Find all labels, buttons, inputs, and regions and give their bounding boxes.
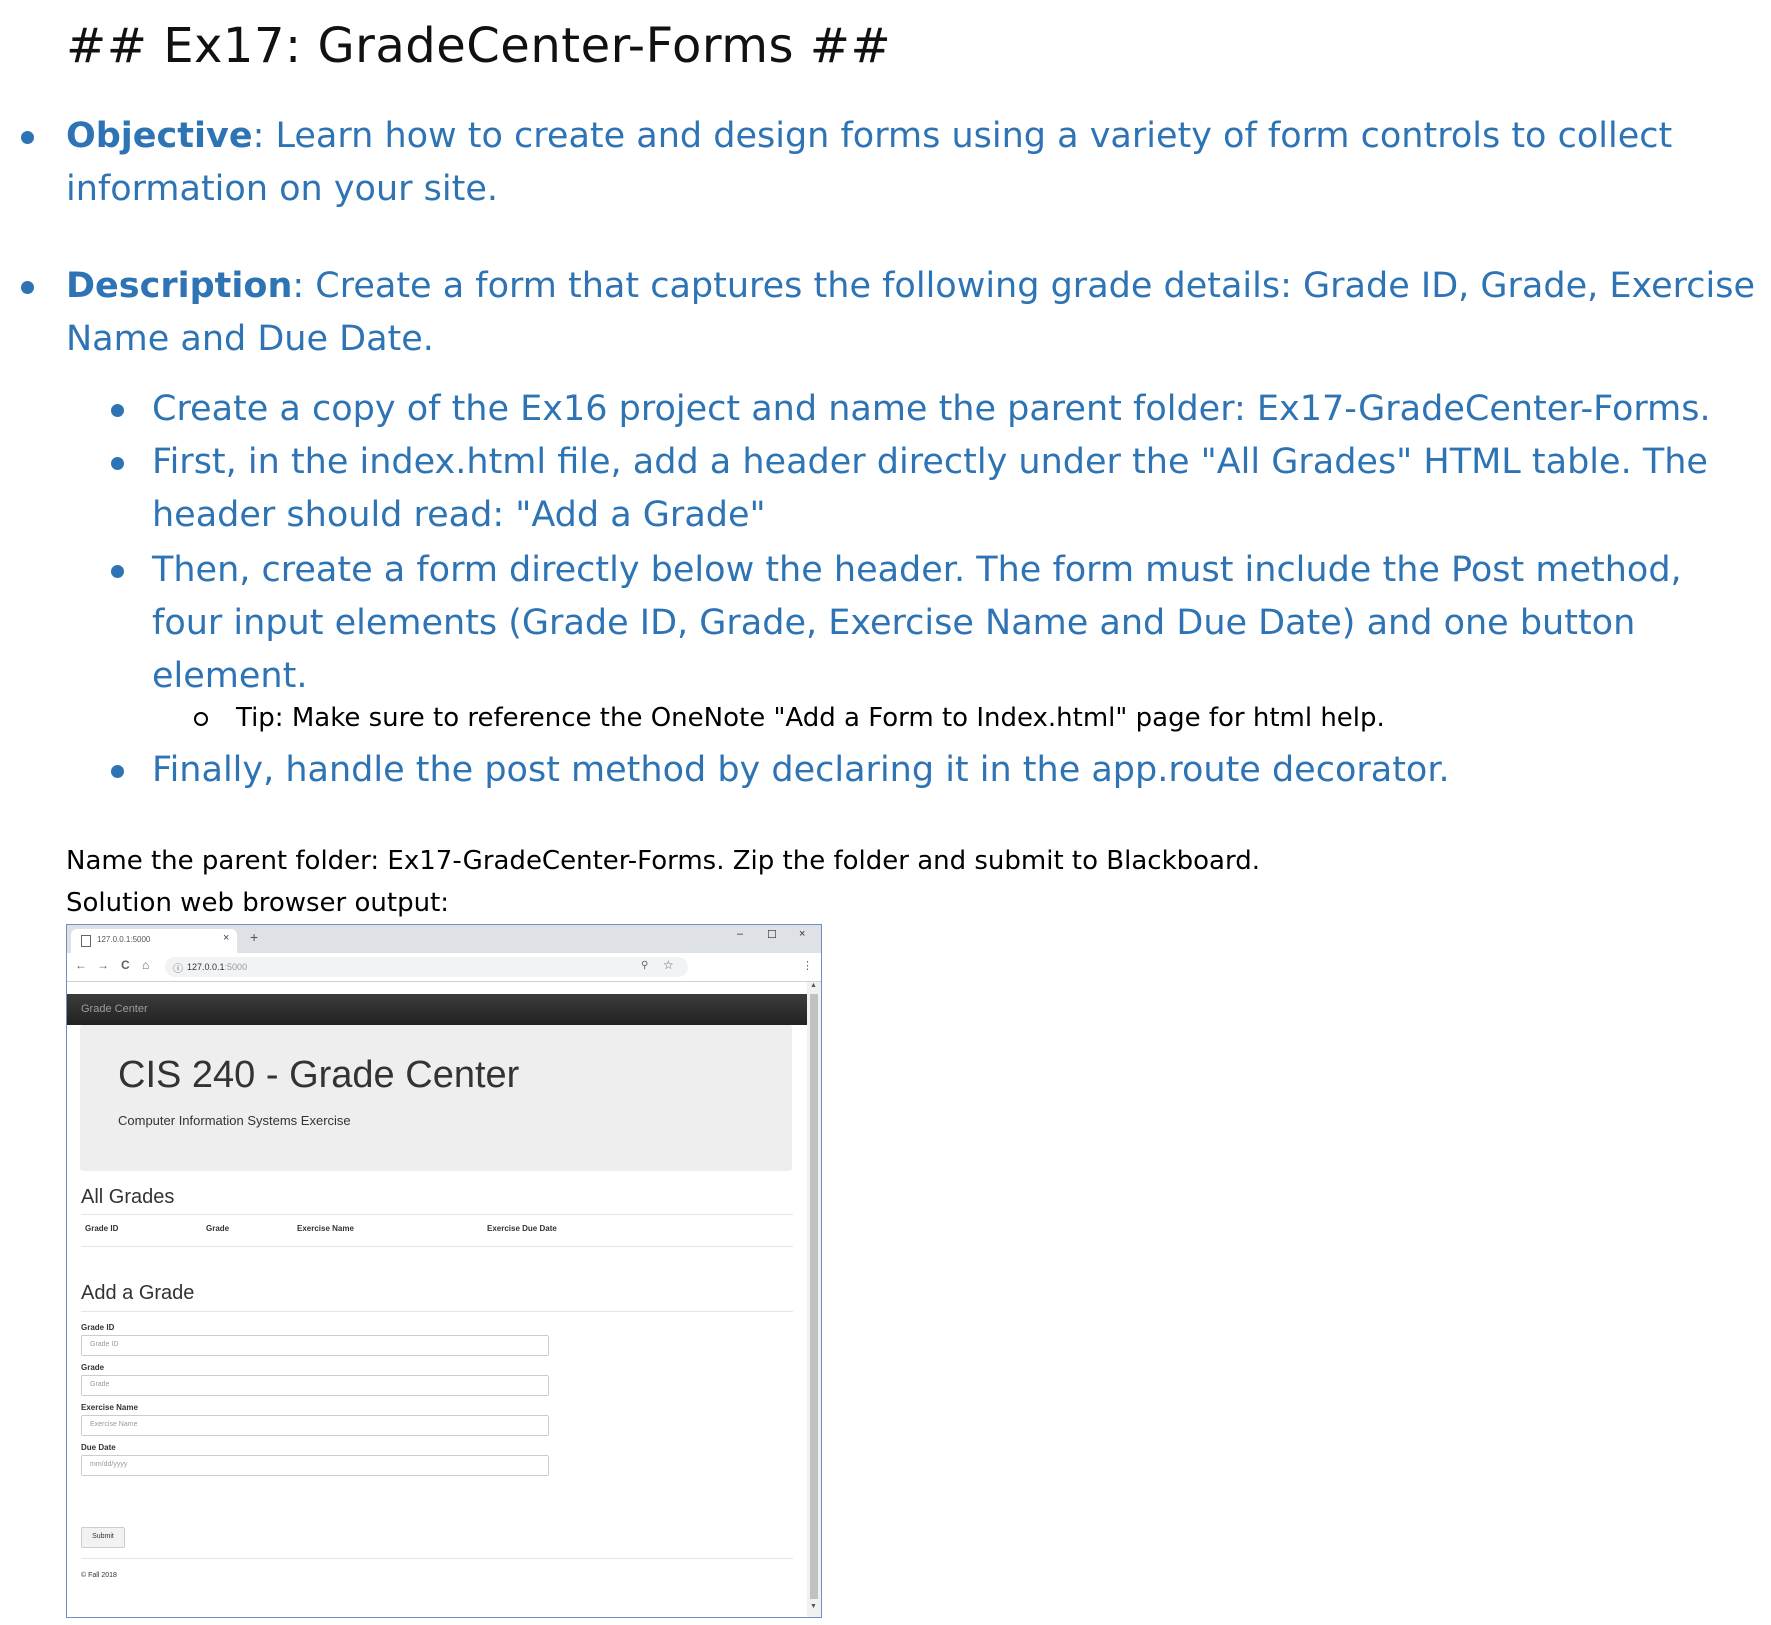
step-text: Finally, handle the post method by decla…: [152, 750, 1450, 790]
table-header-grade: Grade: [206, 1224, 230, 1233]
bullet-dot: [111, 457, 124, 470]
footer-text: © Fall 2018: [81, 1572, 117, 1579]
browser-viewport: Grade Center CIS 240 - Grade Center Comp…: [67, 982, 807, 1617]
step-text: First, in the index.html file, add a hea…: [152, 442, 1708, 535]
page-icon: [81, 935, 91, 947]
exercise-name-placeholder: Exercise Name: [90, 1421, 138, 1428]
exercise-name-label: Exercise Name: [81, 1403, 138, 1412]
step-text: Then, create a form directly below the h…: [152, 550, 1682, 696]
url-text[interactable]: 127.0.0.1:5000: [187, 962, 247, 972]
address-bar[interactable]: ⓘ 127.0.0.1:5000 ⚲ ☆: [165, 957, 688, 977]
objective-text: : Learn how to create and design forms u…: [66, 116, 1673, 209]
site-navbar: Grade Center: [67, 994, 807, 1025]
home-icon[interactable]: ⌂: [142, 958, 149, 972]
step-text: Create a copy of the Ex16 project and na…: [152, 389, 1711, 429]
bullet-dot: [111, 565, 124, 578]
description-label: Description: [66, 266, 293, 306]
divider: [81, 1311, 793, 1312]
submit-button[interactable]: Submit: [81, 1527, 125, 1548]
submit-label: Submit: [92, 1533, 114, 1540]
step-item: Finally, handle the post method by decla…: [111, 744, 1752, 797]
due-date-label: Due Date: [81, 1443, 116, 1452]
description-bullet: Description: Create a form that captures…: [21, 260, 1756, 366]
grade-id-input[interactable]: Grade ID: [81, 1335, 549, 1356]
divider: [81, 1214, 793, 1215]
table-header-exercise-name: Exercise Name: [297, 1224, 354, 1233]
bookmark-star-icon[interactable]: ☆: [663, 958, 674, 972]
info-icon[interactable]: ⓘ: [173, 960, 183, 975]
scroll-up-icon[interactable]: ▲: [810, 982, 817, 989]
solution-label: Solution web browser output:: [66, 888, 450, 918]
tab-close-icon[interactable]: ×: [223, 932, 229, 944]
description-text: : Create a form that captures the follow…: [66, 266, 1755, 359]
tab-title: 127.0.0.1:5000: [97, 935, 151, 944]
table-header-grade-id: Grade ID: [85, 1224, 119, 1233]
bullet-dot: [21, 131, 34, 144]
footer-divider: [81, 1558, 793, 1559]
browser-tab-strip: 127.0.0.1:5000 × + – ☐ ×: [67, 925, 821, 953]
minimize-icon[interactable]: –: [737, 928, 743, 940]
jumbotron: CIS 240 - Grade Center Computer Informat…: [80, 1025, 792, 1171]
bullet-dot: [21, 281, 34, 294]
back-icon[interactable]: ←: [75, 958, 87, 972]
table-header-due-date: Exercise Due Date: [487, 1224, 557, 1233]
window-close-icon[interactable]: ×: [799, 928, 805, 940]
bullet-dot: [111, 404, 124, 417]
new-tab-icon[interactable]: +: [250, 929, 258, 945]
maximize-icon[interactable]: ☐: [767, 928, 777, 941]
bullet-dot: [111, 765, 124, 778]
due-date-placeholder: mm/dd/yyyy: [90, 1461, 128, 1468]
reload-icon[interactable]: C: [121, 958, 130, 972]
browser-toolbar: ← → C ⌂ ⓘ 127.0.0.1:5000 ⚲ ☆ ⋮: [67, 953, 821, 982]
grade-label: Grade: [81, 1363, 105, 1372]
scroll-down-icon[interactable]: ▼: [810, 1603, 817, 1610]
zoom-icon[interactable]: ⚲: [641, 960, 648, 971]
browser-tab[interactable]: 127.0.0.1:5000 ×: [71, 929, 237, 953]
url-port: :5000: [224, 962, 248, 972]
page-title: ## Ex17: GradeCenter-Forms ##: [66, 18, 892, 74]
browser-menu-icon[interactable]: ⋮: [802, 959, 813, 972]
exercise-name-input[interactable]: Exercise Name: [81, 1415, 549, 1436]
tip-text: Tip: Make sure to reference the OneNote …: [236, 703, 1385, 733]
grade-id-label: Grade ID: [81, 1323, 115, 1332]
site-heading: CIS 240 - Grade Center: [118, 1054, 520, 1096]
navbar-brand[interactable]: Grade Center: [81, 1003, 148, 1015]
browser-screenshot: 127.0.0.1:5000 × + – ☐ × ← → C ⌂ ⓘ 127.0…: [66, 924, 822, 1618]
add-grade-heading: Add a Grade: [81, 1282, 195, 1304]
circle-bullet-icon: [194, 712, 208, 726]
forward-icon[interactable]: →: [97, 958, 109, 972]
grade-placeholder: Grade: [90, 1381, 110, 1388]
objective-bullet: Objective: Learn how to create and desig…: [21, 110, 1756, 216]
scrollbar-thumb[interactable]: [810, 994, 818, 1599]
due-date-input[interactable]: mm/dd/yyyy: [81, 1455, 549, 1476]
step-item: Create a copy of the Ex16 project and na…: [111, 383, 1752, 436]
grade-input[interactable]: Grade: [81, 1375, 549, 1396]
all-grades-heading: All Grades: [81, 1186, 175, 1208]
vertical-scrollbar[interactable]: ▲ ▼: [807, 982, 821, 1617]
grade-id-placeholder: Grade ID: [90, 1341, 119, 1348]
site-subheading: Computer Information Systems Exercise: [118, 1113, 351, 1128]
step-item: Then, create a form directly below the h…: [111, 544, 1752, 703]
table-divider: [81, 1246, 793, 1247]
submit-note: Name the parent folder: Ex17-GradeCenter…: [66, 846, 1260, 876]
tip-item: Tip: Make sure to reference the OneNote …: [194, 698, 1736, 738]
step-item: First, in the index.html file, add a hea…: [111, 436, 1752, 542]
objective-label: Objective: [66, 116, 253, 156]
url-host: 127.0.0.1: [187, 962, 225, 972]
